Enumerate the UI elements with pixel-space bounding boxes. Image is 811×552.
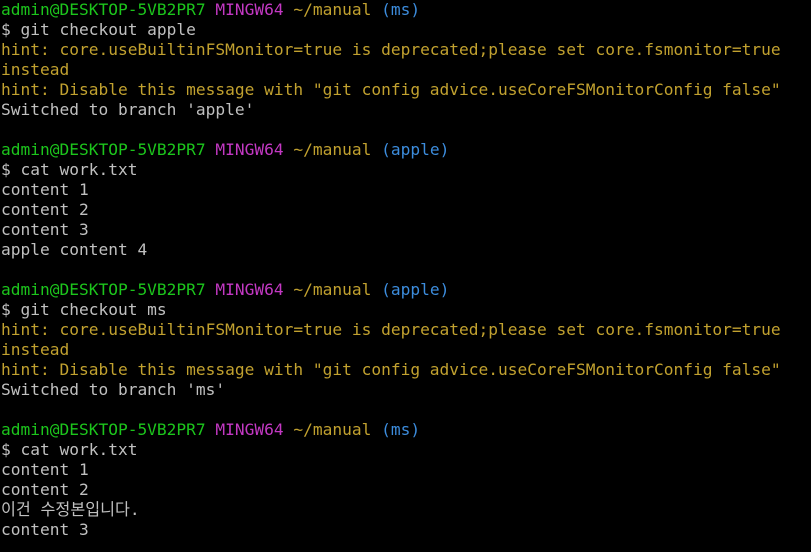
prompt-branch: (ms) bbox=[381, 0, 421, 19]
hint-line: hint: core.useBuiltinFSMonitor=true is d… bbox=[1, 320, 781, 339]
output-line: Switched to branch 'apple' bbox=[1, 100, 255, 119]
hint-line: instead bbox=[1, 340, 70, 359]
output-line: Switched to branch 'ms' bbox=[1, 380, 226, 399]
hint-line: hint: core.useBuiltinFSMonitor=true is d… bbox=[1, 40, 781, 59]
prompt-path: ~/manual bbox=[293, 140, 372, 159]
command-line: $ git checkout ms bbox=[1, 300, 167, 319]
prompt-env: MINGW64 bbox=[215, 280, 284, 299]
prompt-env: MINGW64 bbox=[215, 0, 284, 19]
output-line: content 3 bbox=[1, 220, 89, 239]
prompt-branch: (apple) bbox=[381, 280, 450, 299]
output-line: content 1 bbox=[1, 180, 89, 199]
output-line: content 3 bbox=[1, 520, 89, 539]
hint-line: instead bbox=[1, 60, 70, 79]
prompt-line: admin@DESKTOP-5VB2PR7 MINGW64 ~/manual (… bbox=[1, 280, 811, 300]
output-line: apple content 4 bbox=[1, 240, 148, 259]
output-line: content 1 bbox=[1, 460, 89, 479]
output-line: content 2 bbox=[1, 480, 89, 499]
prompt-env: MINGW64 bbox=[215, 140, 284, 159]
prompt-line: admin@DESKTOP-5VB2PR7 MINGW64 ~/manual (… bbox=[1, 0, 811, 20]
output-line: 이건 수정본입니다. bbox=[1, 500, 140, 519]
prompt-user-host: admin@DESKTOP-5VB2PR7 bbox=[1, 140, 206, 159]
prompt-branch: (ms) bbox=[381, 420, 421, 439]
prompt-user-host: admin@DESKTOP-5VB2PR7 bbox=[1, 280, 206, 299]
prompt-user-host: admin@DESKTOP-5VB2PR7 bbox=[1, 0, 206, 19]
hint-line: hint: Disable this message with "git con… bbox=[1, 80, 781, 99]
command-line: $ cat work.txt bbox=[1, 440, 138, 459]
terminal-window[interactable]: admin@DESKTOP-5VB2PR7 MINGW64 ~/manual (… bbox=[0, 0, 811, 552]
command-line: $ git checkout apple bbox=[1, 20, 196, 39]
prompt-line: admin@DESKTOP-5VB2PR7 MINGW64 ~/manual (… bbox=[1, 140, 811, 160]
prompt-line: admin@DESKTOP-5VB2PR7 MINGW64 ~/manual (… bbox=[1, 420, 811, 440]
prompt-branch: (apple) bbox=[381, 140, 450, 159]
prompt-path: ~/manual bbox=[293, 0, 372, 19]
prompt-env: MINGW64 bbox=[215, 420, 284, 439]
prompt-path: ~/manual bbox=[293, 420, 372, 439]
output-line: content 2 bbox=[1, 200, 89, 219]
prompt-path: ~/manual bbox=[293, 280, 372, 299]
command-line: $ cat work.txt bbox=[1, 160, 138, 179]
hint-line: hint: Disable this message with "git con… bbox=[1, 360, 781, 379]
prompt-user-host: admin@DESKTOP-5VB2PR7 bbox=[1, 420, 206, 439]
